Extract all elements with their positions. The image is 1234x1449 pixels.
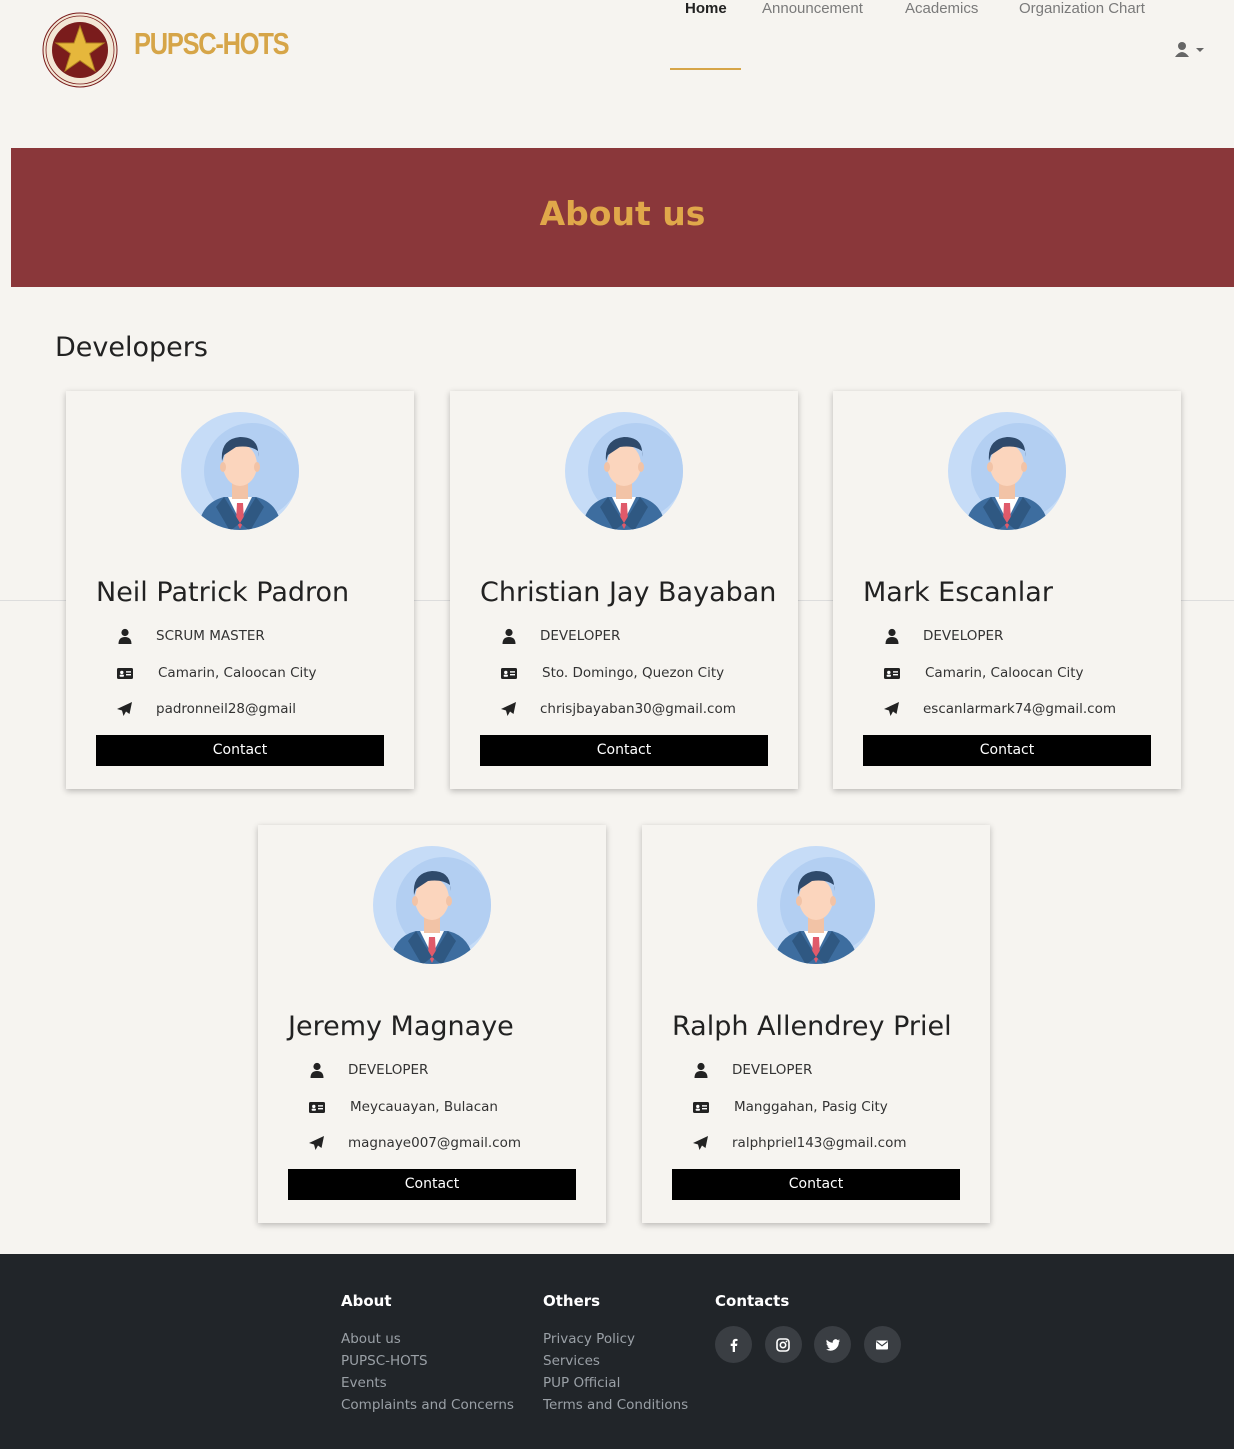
avatar-icon [948, 412, 1066, 530]
footer-others-heading: Others [543, 1292, 601, 1310]
contact-button[interactable]: Contact [480, 735, 768, 766]
avatar-icon [373, 846, 491, 964]
footer: About About us PUPSC-HOTS Events Complai… [0, 1254, 1234, 1449]
developer-role: DEVELOPER [348, 1062, 429, 1078]
developer-role: DEVELOPER [732, 1062, 813, 1078]
user-icon [694, 1062, 708, 1078]
developer-role-row: DEVELOPER [883, 625, 1003, 647]
developer-email: magnaye007@gmail.com [348, 1135, 522, 1151]
footer-link-pupsc-hots[interactable]: PUPSC-HOTS [341, 1350, 514, 1372]
developer-card-neil: Neil Patrick Padron SCRUM MASTER Camarin… [66, 391, 414, 789]
developer-address-row: Camarin, Caloocan City [883, 662, 1084, 684]
developer-address-row: Meycauayan, Bulacan [308, 1096, 498, 1118]
developer-address: Camarin, Caloocan City [925, 665, 1084, 681]
developer-role-row: DEVELOPER [692, 1059, 812, 1081]
navbar: PUPSC-HOTS Home Announcement Academics O… [0, 0, 1234, 100]
developer-address: Meycauayan, Bulacan [350, 1099, 498, 1115]
about-banner: About us [11, 148, 1234, 287]
contact-button[interactable]: Contact [288, 1169, 576, 1200]
footer-contacts-column: Contacts [715, 1292, 913, 1363]
page-title: About us [539, 194, 706, 233]
nav-organization-chart[interactable]: Organization Chart [1019, 0, 1145, 17]
avatar-icon [757, 846, 875, 964]
paper-plane-icon [884, 702, 899, 716]
id-card-icon [117, 668, 133, 679]
developer-name: Neil Patrick Padron [96, 577, 350, 608]
nav-announcement[interactable]: Announcement [762, 0, 863, 17]
developer-role-row: SCRUM MASTER [116, 625, 265, 647]
user-icon [502, 628, 516, 644]
developer-email: chrisjbayaban30@gmail.com [540, 701, 736, 717]
developer-address-row: Camarin, Caloocan City [116, 662, 317, 684]
developer-email: padronneil28@gmail [156, 701, 297, 717]
id-card-icon [501, 668, 517, 679]
facebook-icon[interactable] [715, 1326, 752, 1363]
developer-email-row: magnaye007@gmail.com [308, 1132, 521, 1154]
footer-link-complaints[interactable]: Complaints and Concerns [341, 1394, 514, 1416]
id-card-icon [309, 1102, 325, 1113]
developer-email-row: padronneil28@gmail [116, 698, 296, 720]
footer-link-services[interactable]: Services [543, 1350, 688, 1372]
avatar-icon [565, 412, 683, 530]
developer-name: Ralph Allendrey Priel [672, 1011, 952, 1042]
developer-role-row: DEVELOPER [500, 625, 620, 647]
university-seal-logo[interactable] [42, 12, 118, 88]
id-card-icon [884, 668, 900, 679]
developer-address-row: Manggahan, Pasig City [692, 1096, 888, 1118]
footer-contacts-heading: Contacts [715, 1292, 790, 1310]
developer-role: DEVELOPER [540, 628, 621, 644]
paper-plane-icon [117, 702, 132, 716]
avatar-icon [181, 412, 299, 530]
contact-button[interactable]: Contact [672, 1169, 960, 1200]
footer-about-heading: About [341, 1292, 392, 1310]
developer-role: SCRUM MASTER [156, 628, 265, 644]
footer-link-pup-official[interactable]: PUP Official [543, 1372, 688, 1394]
active-nav-indicator [670, 68, 741, 70]
footer-link-terms[interactable]: Terms and Conditions [543, 1394, 688, 1416]
footer-link-events[interactable]: Events [341, 1372, 514, 1394]
instagram-icon[interactable] [764, 1326, 802, 1363]
brand-name[interactable]: PUPSC-HOTS [134, 26, 290, 62]
nav-home[interactable]: Home [685, 0, 727, 17]
footer-others-column: Others Privacy Policy Services PUP Offic… [543, 1292, 688, 1416]
caret-down-icon [1196, 48, 1204, 52]
developer-address: Manggahan, Pasig City [734, 1099, 888, 1115]
developer-email-row: escanlarmark74@gmail.com [883, 698, 1116, 720]
developer-card-christian: Christian Jay Bayaban DEVELOPER Sto. Dom… [450, 391, 798, 789]
footer-link-privacy-policy[interactable]: Privacy Policy [543, 1328, 688, 1350]
footer-about-column: About About us PUPSC-HOTS Events Complai… [341, 1292, 514, 1416]
developer-address: Camarin, Caloocan City [158, 665, 317, 681]
paper-plane-icon [501, 702, 516, 716]
paper-plane-icon [693, 1136, 708, 1150]
nav-academics[interactable]: Academics [905, 0, 978, 17]
user-icon [310, 1062, 324, 1078]
developer-name: Jeremy Magnaye [288, 1011, 514, 1042]
developer-card-mark: Mark Escanlar DEVELOPER Camarin, Calooca… [833, 391, 1181, 789]
developer-email-row: ralphpriel143@gmail.com [692, 1132, 907, 1154]
developer-card-ralph: Ralph Allendrey Priel DEVELOPER Manggaha… [642, 825, 990, 1223]
twitter-icon[interactable] [814, 1326, 851, 1363]
section-title: Developers [55, 332, 208, 363]
developer-card-jeremy: Jeremy Magnaye DEVELOPER Meycauayan, Bul… [258, 825, 606, 1223]
developer-email: escanlarmark74@gmail.com [923, 701, 1117, 717]
user-icon [1175, 42, 1204, 57]
envelope-icon[interactable] [863, 1326, 901, 1363]
user-icon [118, 628, 132, 644]
developer-role: DEVELOPER [923, 628, 1004, 644]
id-card-icon [693, 1102, 709, 1113]
contact-button[interactable]: Contact [863, 735, 1151, 766]
developer-email-row: chrisjbayaban30@gmail.com [500, 698, 736, 720]
paper-plane-icon [309, 1136, 324, 1150]
contact-button[interactable]: Contact [96, 735, 384, 766]
user-menu-dropdown[interactable] [1174, 40, 1208, 60]
developer-name: Christian Jay Bayaban [480, 577, 777, 608]
developer-email: ralphpriel143@gmail.com [732, 1135, 907, 1151]
developer-name: Mark Escanlar [863, 577, 1053, 608]
developer-role-row: DEVELOPER [308, 1059, 428, 1081]
user-icon [885, 628, 899, 644]
developer-address: Sto. Domingo, Quezon City [542, 665, 725, 681]
footer-link-about-us[interactable]: About us [341, 1328, 514, 1350]
developer-address-row: Sto. Domingo, Quezon City [500, 662, 724, 684]
